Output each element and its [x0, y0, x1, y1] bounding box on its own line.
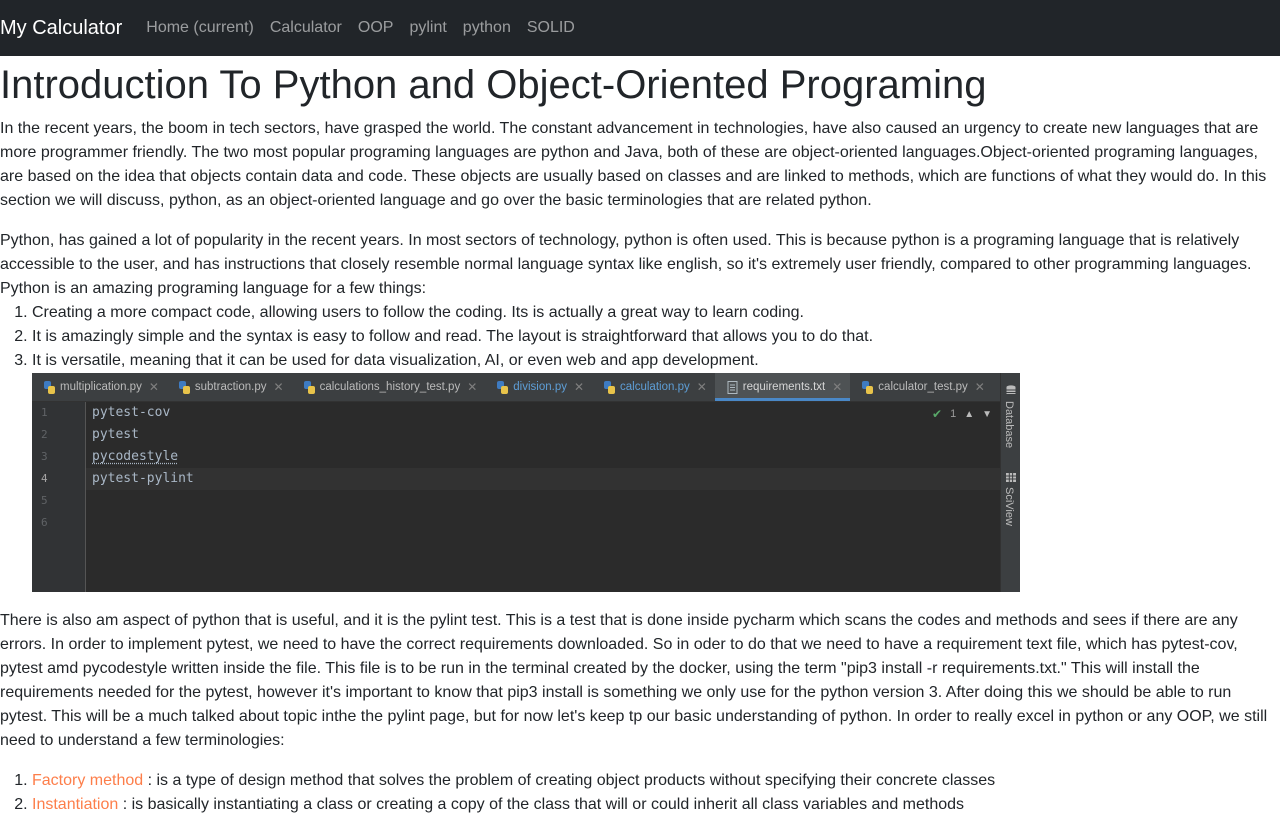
python-uses-list: Creating a more compact code, allowing u… [0, 301, 1280, 373]
python-paragraph: Python, has gained a lot of popularity i… [0, 229, 1280, 277]
line-number: 6 [41, 516, 48, 529]
code-line: pytest-pylint [92, 471, 194, 486]
inspection-widget[interactable]: ✔ 1 ▲ ▼ [932, 407, 992, 421]
text-file-icon [727, 381, 738, 394]
tab-label: calculations_history_test.py [320, 381, 461, 393]
sciview-icon [1006, 473, 1016, 482]
close-icon[interactable]: ✕ [574, 380, 584, 394]
terminology-list: Factory method : is a type of design met… [0, 769, 1280, 817]
close-icon[interactable]: ✕ [975, 380, 985, 394]
tab-label: subtraction.py [195, 381, 267, 393]
python-file-icon [862, 381, 873, 394]
term-description: : is basically instantiating a class or … [118, 796, 964, 813]
nav-link-pylint[interactable]: pylint [409, 19, 446, 37]
tab-label: multiplication.py [60, 381, 142, 393]
nav-link-solid[interactable]: SOLID [527, 19, 575, 37]
close-icon[interactable]: ✕ [697, 380, 707, 394]
python-file-icon [304, 381, 315, 394]
line-number: 1 [41, 406, 48, 419]
tab-calculator-test[interactable]: calculator_test.py ✕ [850, 373, 993, 401]
top-navbar: My Calculator Home (current) Calculator … [0, 0, 1280, 56]
right-tool-strip: Database SciView [1000, 373, 1020, 592]
current-line-highlight [86, 468, 1000, 490]
tab-division[interactable]: division.py ✕ [485, 373, 592, 401]
nav-link-calculator[interactable]: Calculator [270, 19, 342, 37]
python-file-icon [604, 381, 615, 394]
line-number: 5 [41, 494, 48, 507]
chevron-up-icon[interactable]: ▲ [964, 409, 974, 420]
tab-subtraction[interactable]: subtraction.py ✕ [167, 373, 292, 401]
tab-label: division.py [513, 381, 567, 393]
main-content: Introduction To Python and Object-Orient… [0, 59, 1280, 817]
line-number: 3 [41, 450, 48, 463]
pylint-paragraph: There is also am aspect of python that i… [0, 609, 1280, 753]
close-icon[interactable]: ✕ [149, 380, 159, 394]
editor-tab-bar: multiplication.py ✕ subtraction.py ✕ cal… [32, 373, 1000, 402]
line-number: 2 [41, 428, 48, 441]
python-uses-intro: Python is an amazing programing language… [0, 277, 1280, 301]
chevron-down-icon[interactable]: ▼ [982, 409, 992, 420]
nav-link-python[interactable]: python [463, 19, 511, 37]
code-editor[interactable]: pytest-cov pytest pycodestyle pytest-pyl… [86, 402, 1000, 592]
python-file-icon [44, 381, 55, 394]
inspection-count: 1 [950, 408, 956, 420]
instantiation-link[interactable]: Instantiation [32, 796, 118, 813]
intro-paragraph: In the recent years, the boom in tech se… [0, 117, 1280, 213]
tab-calculations-history-test[interactable]: calculations_history_test.py ✕ [292, 373, 486, 401]
tab-label: calculation.py [620, 381, 690, 393]
tab-multiplication[interactable]: multiplication.py ✕ [32, 373, 167, 401]
brand-link[interactable]: My Calculator [0, 17, 122, 40]
tab-label: requirements.txt [743, 381, 825, 393]
list-item: It is versatile, meaning that it can be … [32, 349, 1280, 373]
term-description: : is a type of design method that solves… [143, 772, 995, 789]
code-line: pytest-cov [92, 405, 170, 420]
close-icon[interactable]: ✕ [467, 380, 477, 394]
sciview-tool-button[interactable]: SciView [1003, 487, 1015, 526]
tab-calculation[interactable]: calculation.py ✕ [592, 373, 715, 401]
line-number: 4 [41, 472, 48, 485]
list-item: Instantiation : is basically instantiati… [32, 793, 1280, 817]
python-file-icon [497, 381, 508, 394]
database-icon [1006, 385, 1016, 394]
code-line: pycodestyle [92, 449, 178, 464]
list-item: Creating a more compact code, allowing u… [32, 301, 1280, 325]
list-item: It is amazingly simple and the syntax is… [32, 325, 1280, 349]
list-item: Factory method : is a type of design met… [32, 769, 1280, 793]
python-file-icon [179, 381, 190, 394]
code-line: pytest [92, 427, 139, 442]
factory-method-link[interactable]: Factory method [32, 772, 143, 789]
nav-link-oop[interactable]: OOP [358, 19, 394, 37]
tab-label: calculator_test.py [878, 381, 968, 393]
close-icon[interactable]: ✕ [274, 380, 284, 394]
check-icon: ✔ [932, 407, 942, 421]
line-number-gutter: 1 2 3 4 5 6 [32, 402, 86, 592]
close-icon[interactable]: ✕ [832, 380, 842, 394]
tab-requirements[interactable]: requirements.txt ✕ [715, 373, 851, 401]
pycharm-screenshot: multiplication.py ✕ subtraction.py ✕ cal… [32, 373, 1020, 592]
nav-link-home[interactable]: Home (current) [146, 19, 254, 37]
page-title: Introduction To Python and Object-Orient… [0, 59, 1280, 111]
database-tool-button[interactable]: Database [1003, 401, 1015, 448]
